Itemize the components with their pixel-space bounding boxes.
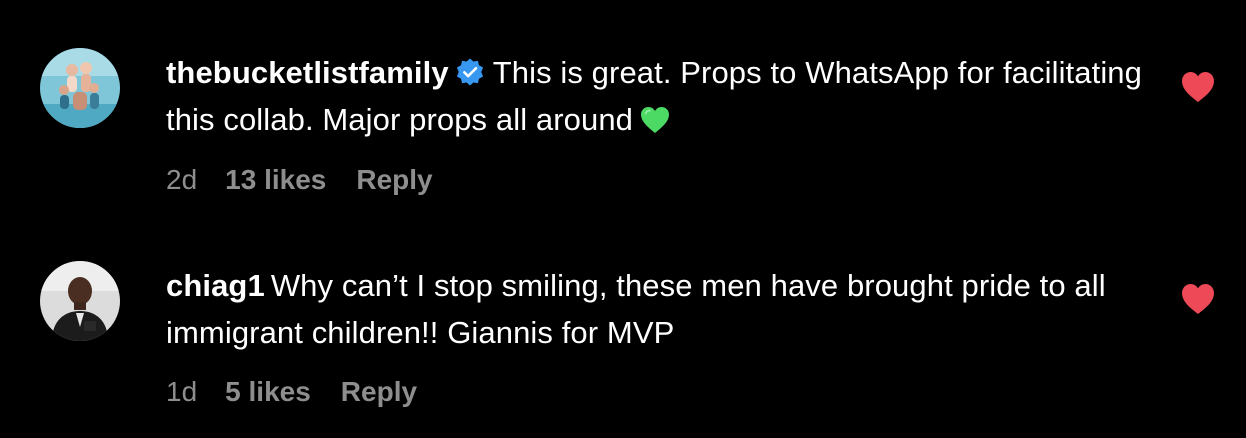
comment-likes-count[interactable]: 13 likes (225, 164, 326, 196)
avatar[interactable] (40, 261, 120, 341)
comment-text: Why can’t I stop smiling, these men have… (166, 268, 1106, 350)
avatar[interactable] (40, 48, 120, 128)
avatar-image (40, 48, 120, 128)
comment-timestamp: 1d (166, 376, 198, 407)
comment-meta: 1d 5 likes Reply (166, 376, 417, 408)
like-button[interactable] (1180, 282, 1216, 316)
comment-body: chiag1 Why can’t I stop smiling, these me… (166, 262, 1156, 356)
comment-item: chiag1 Why can’t I stop smiling, these me… (0, 212, 1246, 438)
comment-meta: 2d 13 likes Reply (166, 164, 433, 196)
comment-body: thebucketlistfamily This is great. Props… (166, 49, 1156, 143)
comment-username[interactable]: chiag1 (166, 268, 265, 303)
green-heart-emoji-icon (639, 105, 671, 135)
like-button[interactable] (1180, 70, 1216, 104)
reply-button[interactable]: Reply (356, 164, 432, 196)
comment-timestamp: 2d (166, 164, 198, 195)
comment-username[interactable]: thebucketlistfamily (166, 55, 449, 90)
reply-button[interactable]: Reply (341, 376, 417, 408)
comment-likes-count[interactable]: 5 likes (225, 376, 311, 408)
verified-badge-icon (455, 57, 485, 87)
heart-icon (1182, 284, 1214, 314)
heart-icon (1182, 72, 1214, 102)
avatar-image (40, 261, 120, 341)
comment-item: thebucketlistfamily This is great. Props… (0, 0, 1246, 219)
